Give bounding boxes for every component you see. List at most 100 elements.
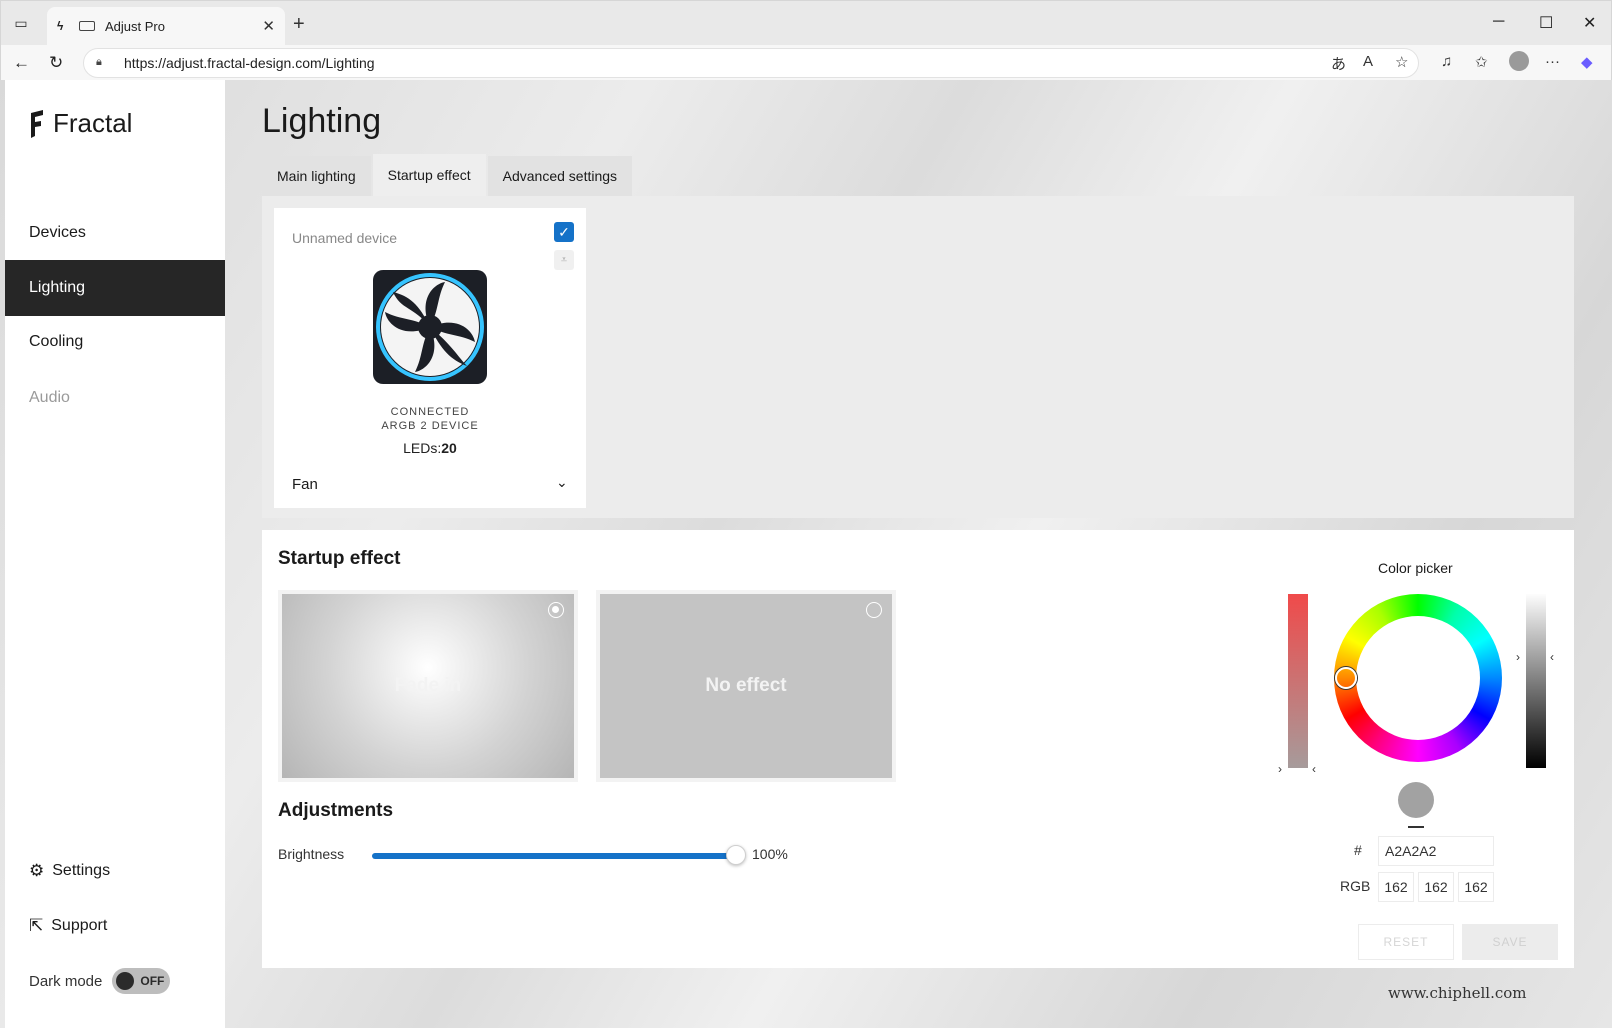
tab-startup-effect[interactable]: Startup effect <box>372 154 486 196</box>
brightness-slider-track[interactable] <box>372 853 736 859</box>
tab-advanced-settings[interactable]: Advanced settings <box>487 156 633 196</box>
hue-cursor[interactable] <box>1335 667 1357 689</box>
tab-strip: ▭ ϟ Adjust Pro ✕ + ─ ☐ ✕ <box>1 1 1611 45</box>
saturation-marker-right-icon: ‹ <box>1312 762 1316 776</box>
settings-label: Settings <box>52 862 111 879</box>
hue-wheel-center <box>1356 616 1480 740</box>
support-label: Support <box>51 917 108 934</box>
rgb-g-input[interactable]: 162 <box>1418 872 1454 902</box>
favorite-star-icon[interactable]: ☆ <box>1395 53 1408 71</box>
gear-icon: ⚙ <box>29 861 45 880</box>
device-type: Fan <box>292 476 318 493</box>
close-window-icon[interactable]: ✕ <box>1583 13 1596 33</box>
rgb-b-input[interactable]: 162 <box>1458 872 1494 902</box>
browser-chrome: ▭ ϟ Adjust Pro ✕ + ─ ☐ ✕ ← ↻ 🔒︎ https://… <box>0 0 1612 81</box>
dark-mode-label: Dark mode <box>29 972 103 990</box>
leds-count: LEDs:20 <box>274 440 586 456</box>
effect-radio[interactable] <box>548 602 564 618</box>
collapse-icon[interactable]: ⩡ <box>554 250 574 270</box>
read-aloud-icon[interactable]: A <box>1363 53 1373 70</box>
gamepad-icon <box>79 21 95 31</box>
brand-logo[interactable]: Fractal <box>29 108 132 139</box>
save-button[interactable]: SAVE <box>1462 924 1558 960</box>
lightness-bar[interactable] <box>1526 594 1546 768</box>
tab-label: Advanced settings <box>502 168 618 184</box>
effect-radio[interactable] <box>866 602 882 618</box>
address-bar[interactable]: 🔒︎ https://adjust.fractal-design.com/Lig… <box>83 48 1419 78</box>
nav-row: ← ↻ 🔒︎ https://adjust.fractal-design.com… <box>1 45 1611 81</box>
sidebar-item-label: Audio <box>29 389 70 406</box>
brand-name: Fractal <box>53 108 133 138</box>
reset-button[interactable]: RESET <box>1358 924 1454 960</box>
fractal-logo-icon <box>31 109 43 138</box>
tab-label: Main lighting <box>277 168 356 184</box>
sidebar-item-label: Lighting <box>29 279 86 296</box>
adjustments-heading: Adjustments <box>278 800 394 821</box>
hex-label: # <box>1354 842 1362 858</box>
new-tab-icon[interactable]: + <box>293 13 305 36</box>
device-kind: ARGB 2 DEVICE <box>381 420 479 432</box>
device-name: Unnamed device <box>292 230 398 246</box>
leds-label: LEDs: <box>403 440 442 456</box>
rgb-label: RGB <box>1340 878 1371 894</box>
copilot-icon[interactable]: ◆ <box>1581 53 1593 71</box>
saturation-bar[interactable] <box>1288 594 1308 768</box>
more-menu-icon[interactable]: ··· <box>1545 53 1560 70</box>
refresh-icon[interactable]: ↻ <box>49 53 63 73</box>
toggle-state: OFF <box>140 974 165 988</box>
brightness-label: Brightness <box>278 846 345 862</box>
brightness-slider-thumb[interactable] <box>726 845 746 865</box>
sidebar-item-lighting[interactable]: Lighting <box>5 260 225 316</box>
dark-mode-row: Dark mode OFF <box>29 968 171 994</box>
swatch-underline <box>1408 826 1424 828</box>
tab-main-lighting[interactable]: Main lighting <box>262 156 371 196</box>
startup-effect-heading: Startup effect <box>278 548 401 569</box>
toggle-knob <box>116 972 135 990</box>
profile-avatar-icon[interactable] <box>1509 51 1529 71</box>
device-checkbox[interactable]: ✓ <box>554 222 574 242</box>
sidebar-item-devices[interactable]: Devices <box>5 205 225 261</box>
translate-icon[interactable]: あ <box>1331 53 1346 74</box>
browser-tab[interactable]: ϟ Adjust Pro ✕ <box>47 7 285 45</box>
maximize-icon[interactable]: ☐ <box>1539 13 1553 33</box>
sidebar: Fractal Devices Lighting Cooling Audio ⚙… <box>5 80 225 1028</box>
leds-value: 20 <box>441 440 457 456</box>
color-picker-title: Color picker <box>1378 560 1453 576</box>
device-status: CONNECTED <box>390 406 470 418</box>
device-card[interactable]: Unnamed device ✓ ⩡ CONNECTED ARGB 2 DEVI… <box>274 208 586 508</box>
url-text: https://adjust.fractal-design.com/Lighti… <box>124 55 375 71</box>
saturation-marker-left-icon: › <box>1278 762 1282 776</box>
lightness-marker-right-icon: ‹ <box>1550 650 1554 664</box>
brightness-value: 100% <box>752 846 788 862</box>
effect-card-fade-in[interactable]: Fade in <box>278 590 578 782</box>
tab-actions-icon[interactable]: ▭ <box>11 13 31 33</box>
external-link-icon: ⇱ <box>29 916 44 935</box>
watermark: www.chiphell.com <box>1388 984 1527 1002</box>
back-icon[interactable]: ← <box>13 53 30 73</box>
page-tabs: Main lighting Startup effect Advanced se… <box>262 154 634 198</box>
support-link[interactable]: ⇱ Support <box>29 916 107 936</box>
chevron-down-icon[interactable]: ⌄ <box>556 474 568 491</box>
lightness-marker-left-icon: › <box>1516 650 1520 664</box>
hex-input[interactable]: A2A2A2 <box>1378 836 1494 866</box>
extension-icon[interactable]: ♫ <box>1441 53 1452 70</box>
tab-label: Startup effect <box>387 167 471 183</box>
sidebar-item-label: Cooling <box>29 333 84 350</box>
close-tab-icon[interactable]: ✕ <box>262 17 275 35</box>
minimize-icon[interactable]: ─ <box>1493 13 1504 31</box>
effect-label: Fade in <box>394 675 462 696</box>
lock-icon[interactable]: 🔒︎ <box>96 56 110 70</box>
dark-mode-toggle[interactable]: OFF <box>112 968 171 994</box>
sidebar-item-audio: Audio <box>5 370 225 426</box>
rgb-r-input[interactable]: 162 <box>1378 872 1414 902</box>
page-title: Lighting <box>262 102 382 140</box>
effect-card-no-effect[interactable]: No effect <box>596 590 896 782</box>
sidebar-item-label: Devices <box>29 224 86 241</box>
color-swatch <box>1398 782 1434 818</box>
tab-title: Adjust Pro <box>105 18 165 34</box>
device-panel: Unnamed device ✓ ⩡ CONNECTED ARGB 2 DEVI… <box>262 196 1574 518</box>
settings-link[interactable]: ⚙ Settings <box>29 861 110 881</box>
sidebar-item-cooling[interactable]: Cooling <box>5 314 225 370</box>
fractal-favicon-icon: ϟ <box>57 19 64 33</box>
favorites-icon[interactable]: ✩ <box>1475 53 1488 71</box>
